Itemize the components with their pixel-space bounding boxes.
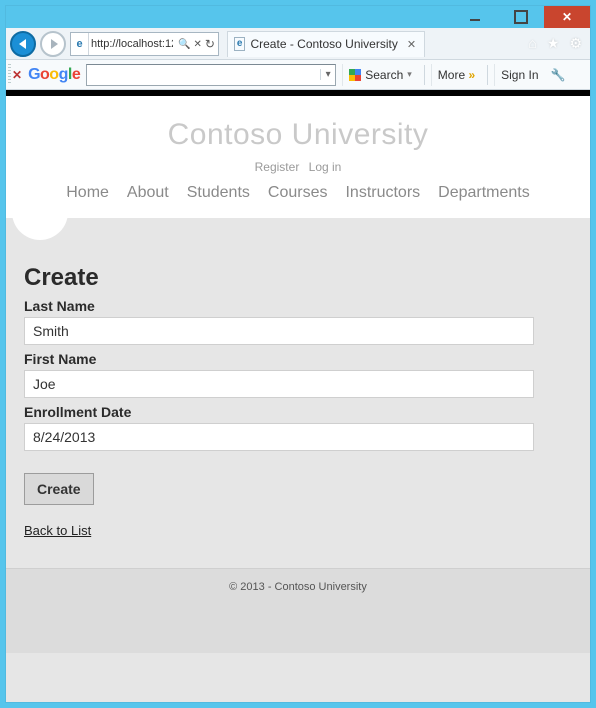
site-title: Contoso University xyxy=(6,118,590,152)
window-titlebar xyxy=(6,6,590,28)
register-link[interactable]: Register xyxy=(255,160,300,174)
main-content: Create Last Name First Name Enrollment D… xyxy=(6,218,590,550)
tab-close-icon[interactable]: ✕ xyxy=(407,38,416,51)
back-to-list-link[interactable]: Back to List xyxy=(24,523,91,538)
window-minimize-button[interactable] xyxy=(452,6,498,28)
window-close-button[interactable] xyxy=(544,6,590,28)
main-nav: Home About Students Courses Instructors … xyxy=(6,184,590,212)
nav-courses[interactable]: Courses xyxy=(268,184,328,202)
more-label: More xyxy=(438,68,475,82)
last-name-input[interactable] xyxy=(24,317,534,345)
site-header: Contoso University Register Log in Home … xyxy=(6,96,590,218)
google-toolbar: ✕ Google ▾ Search ▾ More Sign In xyxy=(6,60,590,90)
google-g-icon xyxy=(349,69,361,81)
last-name-label: Last Name xyxy=(24,298,572,314)
home-icon[interactable] xyxy=(528,35,536,52)
favorites-icon[interactable] xyxy=(547,35,560,52)
nav-departments[interactable]: Departments xyxy=(438,184,530,202)
nav-forward-button[interactable] xyxy=(40,31,66,57)
browser-tab[interactable]: e Create - Contoso University ✕ xyxy=(227,31,425,57)
toolbar-wrench-icon[interactable] xyxy=(551,68,566,82)
nav-about[interactable]: About xyxy=(127,184,169,202)
tab-favicon-icon: e xyxy=(234,37,246,51)
account-links: Register Log in xyxy=(6,160,590,174)
nav-back-button[interactable] xyxy=(10,31,36,57)
toolbar-divider xyxy=(487,65,488,85)
signin-label: Sign In xyxy=(501,68,538,82)
create-button[interactable]: Create xyxy=(24,473,94,505)
enrollment-date-input[interactable] xyxy=(24,423,534,451)
address-bar[interactable]: e xyxy=(70,32,219,56)
address-search-icon[interactable] xyxy=(178,38,190,50)
enrollment-date-label: Enrollment Date xyxy=(24,404,572,420)
toolbar-grip-icon xyxy=(8,64,11,85)
nav-home[interactable]: Home xyxy=(66,184,109,202)
first-name-input[interactable] xyxy=(24,370,534,398)
first-name-label: First Name xyxy=(24,351,572,367)
address-stop-icon[interactable] xyxy=(193,38,201,50)
settings-gear-icon[interactable] xyxy=(569,35,582,52)
toolbar-divider xyxy=(424,65,425,85)
google-search-label: Search xyxy=(365,68,403,82)
google-search-button[interactable]: Search ▾ xyxy=(342,64,418,86)
toolbar-signin-button[interactable]: Sign In xyxy=(494,64,544,86)
window-maximize-button[interactable] xyxy=(498,6,544,28)
search-split-dropdown-icon[interactable]: ▾ xyxy=(407,69,412,80)
login-link[interactable]: Log in xyxy=(309,160,342,174)
google-logo[interactable]: Google xyxy=(28,66,80,84)
nav-instructors[interactable]: Instructors xyxy=(345,184,420,202)
google-search-input[interactable] xyxy=(87,68,320,82)
address-refresh-icon[interactable] xyxy=(205,37,215,51)
address-input[interactable] xyxy=(89,38,175,50)
page-body: Contoso University Register Log in Home … xyxy=(6,96,590,702)
browser-window: e e Create - Contoso University ✕ ✕ Goog… xyxy=(6,6,590,702)
google-search-box[interactable]: ▾ xyxy=(86,64,336,86)
ie-page-icon: e xyxy=(71,33,89,55)
site-footer: © 2013 - Contoso University xyxy=(6,568,590,653)
page-heading: Create xyxy=(24,264,572,292)
search-dropdown-icon[interactable]: ▾ xyxy=(320,69,335,80)
toolbar-close-icon[interactable]: ✕ xyxy=(12,68,22,82)
toolbar-more-button[interactable]: More xyxy=(431,64,481,86)
nav-students[interactable]: Students xyxy=(187,184,250,202)
ie-toolbar: e e Create - Contoso University ✕ xyxy=(6,28,590,60)
tab-title: Create - Contoso University xyxy=(250,37,397,51)
